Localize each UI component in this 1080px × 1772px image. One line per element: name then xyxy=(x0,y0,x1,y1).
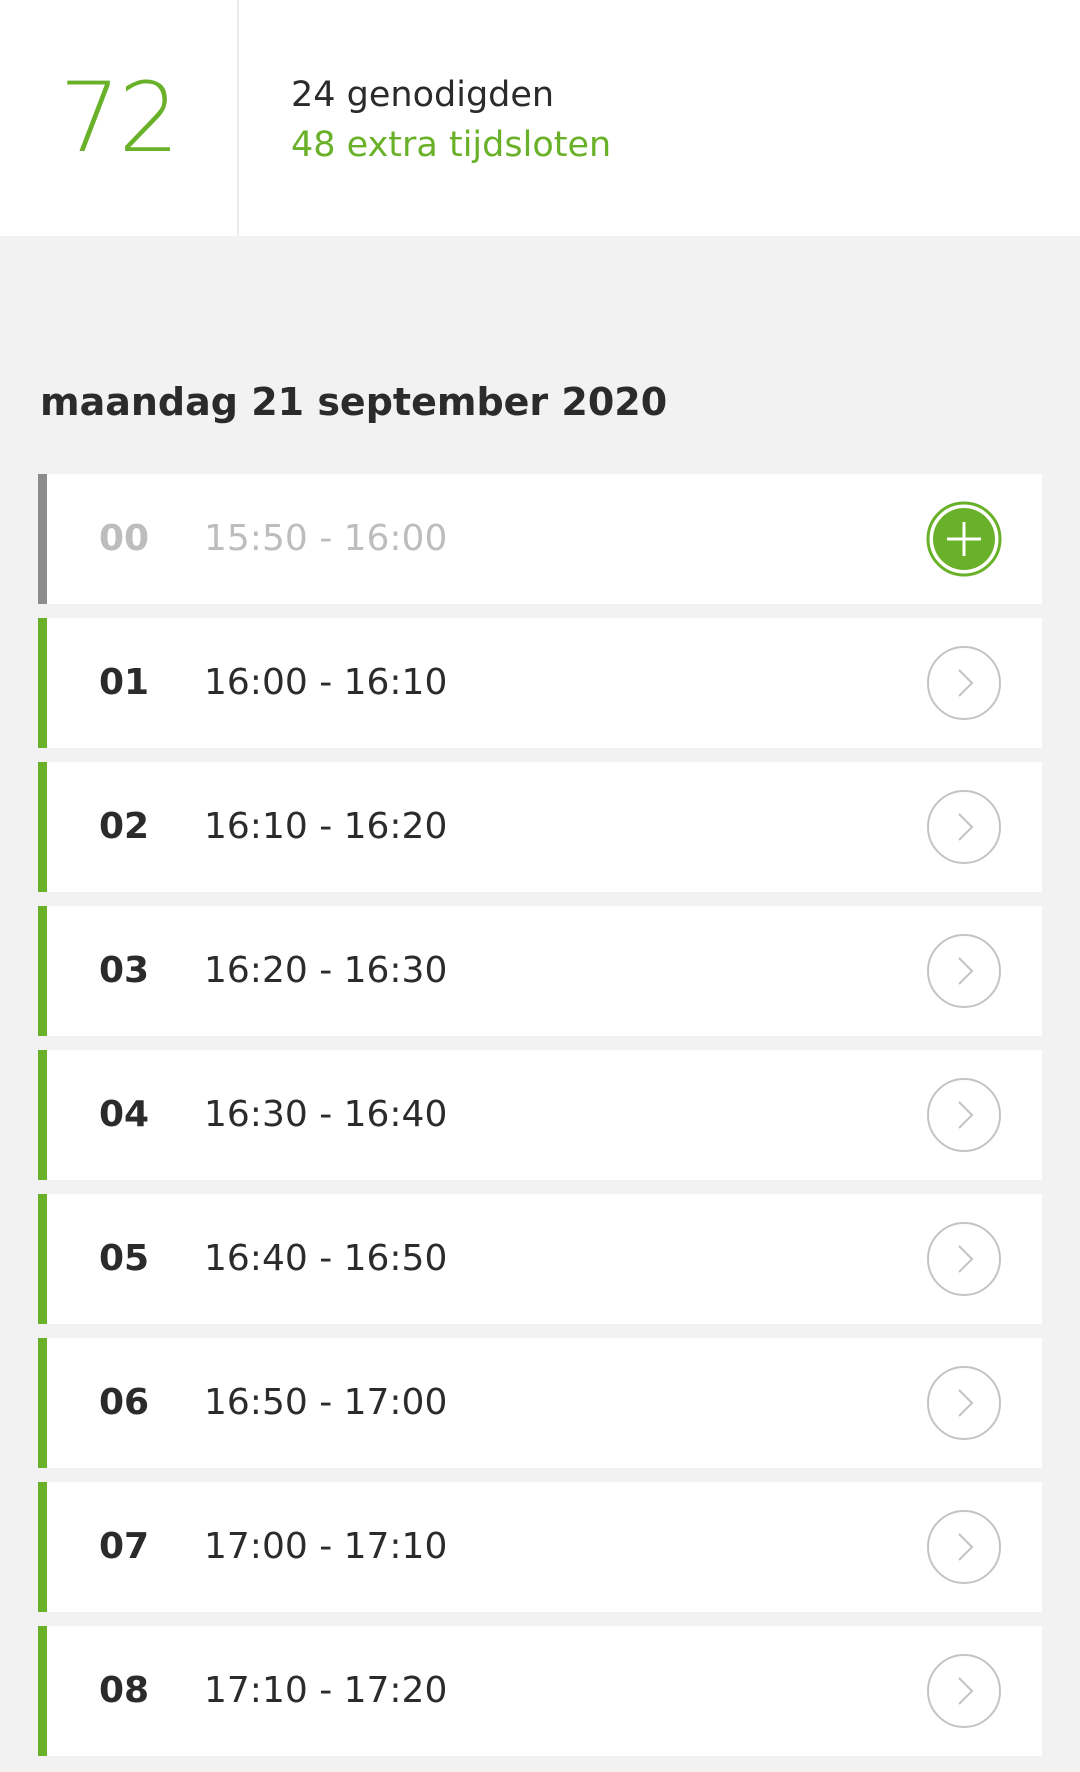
slot-number: 08 xyxy=(99,1670,150,1711)
slot-row[interactable]: 07 17:00 - 17:10 xyxy=(38,1482,1042,1612)
slot-number: 01 xyxy=(99,662,150,703)
chevron-right-icon[interactable] xyxy=(926,1509,1002,1585)
slot-time: 16:20 - 16:30 xyxy=(204,950,448,991)
slot-row[interactable]: 02 16:10 - 16:20 xyxy=(38,762,1042,892)
slot-number: 03 xyxy=(99,950,150,991)
chevron-right-icon[interactable] xyxy=(926,1221,1002,1297)
slot-number: 05 xyxy=(99,1238,150,1279)
extra-slots-count: 48 extra tijdsloten xyxy=(291,125,612,165)
slot-row[interactable]: 04 16:30 - 16:40 xyxy=(38,1050,1042,1180)
total-slot-count: 72 xyxy=(59,62,179,174)
slot-time: 16:40 - 16:50 xyxy=(204,1238,448,1279)
slot-number: 04 xyxy=(99,1094,150,1135)
slot-time: 16:30 - 16:40 xyxy=(204,1094,448,1135)
slot-time: 16:00 - 16:10 xyxy=(204,662,448,703)
chevron-right-icon[interactable] xyxy=(926,645,1002,721)
slot-number: 00 xyxy=(99,518,150,559)
slot-time: 15:50 - 16:00 xyxy=(204,518,448,559)
day-title: maandag 21 september 2020 xyxy=(40,380,668,424)
chevron-right-icon[interactable] xyxy=(926,789,1002,865)
slot-time: 16:50 - 17:00 xyxy=(204,1382,448,1423)
slot-list: 00 15:50 - 16:00 01 16:00 - 16:10 02 16:… xyxy=(38,474,1042,1770)
slot-time: 16:10 - 16:20 xyxy=(204,806,448,847)
chevron-right-icon[interactable] xyxy=(926,1365,1002,1441)
summary-divider xyxy=(237,0,239,236)
slot-row[interactable]: 01 16:00 - 16:10 xyxy=(38,618,1042,748)
slot-row[interactable]: 06 16:50 - 17:00 xyxy=(38,1338,1042,1468)
chevron-right-icon[interactable] xyxy=(926,1653,1002,1729)
invitees-count: 24 genodigden xyxy=(291,75,555,115)
chevron-right-icon[interactable] xyxy=(926,933,1002,1009)
slot-number: 06 xyxy=(99,1382,150,1423)
summary-details: 24 genodigden 48 extra tijdsloten xyxy=(291,70,611,170)
slot-row[interactable]: 05 16:40 - 16:50 xyxy=(38,1194,1042,1324)
slot-row[interactable]: 03 16:20 - 16:30 xyxy=(38,906,1042,1036)
plus-icon[interactable] xyxy=(926,501,1002,577)
slot-number: 02 xyxy=(99,806,150,847)
chevron-right-icon[interactable] xyxy=(926,1077,1002,1153)
slot-time: 17:00 - 17:10 xyxy=(204,1526,448,1567)
slot-number: 07 xyxy=(99,1526,150,1567)
summary-panel: 72 24 genodigden 48 extra tijdsloten xyxy=(0,0,1080,236)
slot-row[interactable]: 08 17:10 - 17:20 xyxy=(38,1626,1042,1756)
slot-time: 17:10 - 17:20 xyxy=(204,1670,448,1711)
slot-row[interactable]: 00 15:50 - 16:00 xyxy=(38,474,1042,604)
